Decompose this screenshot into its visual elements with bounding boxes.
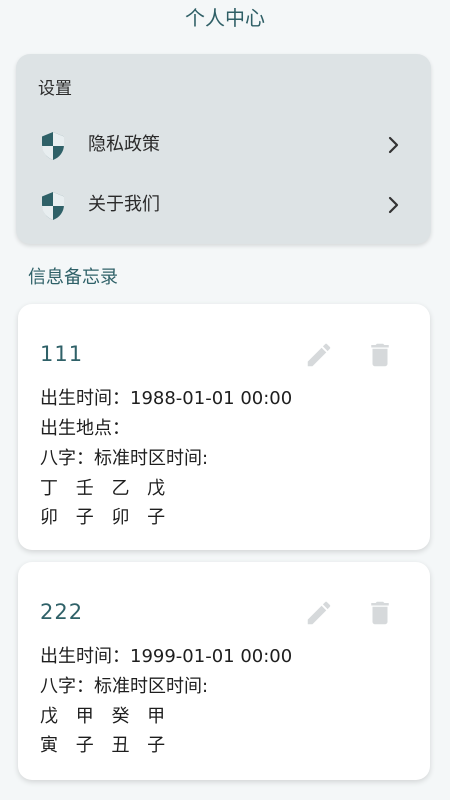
settings-heading: 设置 xyxy=(38,79,72,99)
bazi-label: 八字：标准时区时间: xyxy=(40,676,209,697)
memo-card[interactable]: 111 出生时间：1988-01-01 00:00 出生地点： 八字：标准时区时… xyxy=(18,304,430,550)
bazi-pillars-top: 戊 甲 癸 甲 xyxy=(40,706,172,727)
privacy-policy-label: 隐私政策 xyxy=(88,134,160,155)
shield-icon xyxy=(42,132,64,160)
birth-time: 出生时间：1999-01-01 00:00 xyxy=(40,646,293,667)
bazi-pillars-top: 丁 壬 乙 戊 xyxy=(40,478,172,499)
profile-page: 个人中心 设置 隐私政策 关于我们 信息备忘录 111 出生时间：1988-01… xyxy=(0,0,450,800)
memo-card[interactable]: 222 出生时间：1999-01-01 00:00 八字：标准时区时间: 戊 甲… xyxy=(18,562,430,780)
about-us-item[interactable]: 关于我们 xyxy=(16,180,431,230)
delete-icon[interactable] xyxy=(365,340,395,370)
page-title: 个人中心 xyxy=(185,6,265,30)
memo-name: 111 xyxy=(40,342,84,366)
bazi-pillars-bottom: 卯 子 卯 子 xyxy=(40,507,172,528)
about-us-label: 关于我们 xyxy=(88,194,160,215)
chevron-right-icon xyxy=(388,136,399,154)
chevron-right-icon xyxy=(388,196,399,214)
settings-card: 设置 隐私政策 关于我们 xyxy=(16,54,431,244)
bazi-label: 八字：标准时区时间: xyxy=(40,448,209,469)
delete-icon[interactable] xyxy=(365,598,395,628)
edit-icon[interactable] xyxy=(304,598,334,628)
birth-time: 出生时间：1988-01-01 00:00 xyxy=(40,388,293,409)
shield-icon xyxy=(42,192,64,220)
memo-name: 222 xyxy=(40,600,84,624)
bazi-pillars-bottom: 寅 子 丑 子 xyxy=(40,735,172,756)
edit-icon[interactable] xyxy=(304,340,334,370)
birth-place: 出生地点： xyxy=(40,418,130,439)
privacy-policy-item[interactable]: 隐私政策 xyxy=(16,120,431,170)
memo-section-title: 信息备忘录 xyxy=(28,267,118,288)
